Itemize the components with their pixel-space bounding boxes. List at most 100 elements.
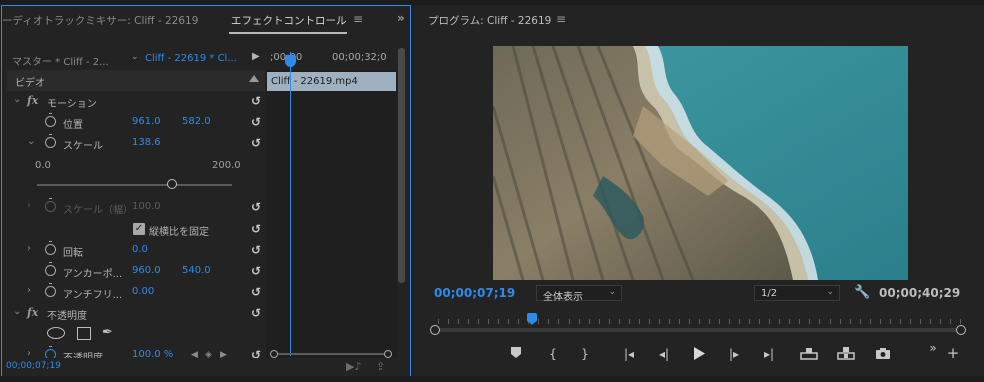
reset-icon[interactable]: ↺ xyxy=(251,94,261,108)
play-icon[interactable] xyxy=(690,347,708,360)
stopwatch-icon[interactable] xyxy=(45,113,56,127)
scroll-track[interactable] xyxy=(278,353,384,355)
vertical-scrollbar[interactable] xyxy=(398,48,405,283)
ruler-tick xyxy=(558,319,559,324)
resolution-select[interactable]: 1/2 ⌄ xyxy=(754,285,840,301)
wrench-icon[interactable]: 🔧 xyxy=(854,285,870,300)
program-current-timecode[interactable]: 00;00;07;19 xyxy=(434,286,515,300)
panel-menu-icon[interactable]: ≡ xyxy=(353,12,363,26)
reset-icon[interactable]: ↺ xyxy=(251,115,261,129)
step-back-icon[interactable]: ◂| xyxy=(655,347,673,361)
position-x-value[interactable]: 961.0 xyxy=(132,116,161,127)
scale-slider-track[interactable] xyxy=(37,184,232,186)
ruler-tick xyxy=(599,319,600,324)
play-only-audio-icon[interactable]: ▶ xyxy=(252,51,260,62)
opacity-effect-row: ⌄ fx 不透明度 ↺ xyxy=(7,303,265,324)
panel-menu-icon[interactable]: ≡ xyxy=(556,12,566,26)
master-clip-label[interactable]: マスター * Cliff - 2... xyxy=(12,53,109,68)
marker-icon[interactable] xyxy=(507,347,525,358)
ec-clip-bar[interactable]: Cliff - 22619.mp4 xyxy=(267,72,396,91)
cliff-aerial-image xyxy=(493,46,908,280)
twirl-down-icon[interactable]: ⌄ xyxy=(13,94,21,105)
ruler-tick xyxy=(689,319,690,324)
scroll-end-handle[interactable] xyxy=(384,350,392,358)
fx-icon[interactable]: fx xyxy=(27,94,38,107)
chevron-down-icon[interactable]: ⌄ xyxy=(131,52,139,62)
zoom-end-handle[interactable] xyxy=(956,325,966,335)
scroll-start-handle[interactable] xyxy=(270,350,278,358)
reset-icon[interactable]: ↺ xyxy=(251,136,261,150)
mark-in-icon[interactable]: { xyxy=(544,347,562,361)
reset-icon[interactable]: ↺ xyxy=(251,264,261,278)
panel-tab-bar: ーディオトラックミキサー: Cliff - 22619 エフェクトコントロール … xyxy=(2,6,410,34)
ruler-tick xyxy=(830,319,831,324)
more-panels-icon[interactable]: » xyxy=(397,11,405,25)
anti-flicker-row: › アンチフリ... 0.00 ↺ xyxy=(7,282,265,303)
position-y-value[interactable]: 582.0 xyxy=(182,116,211,127)
ec-playhead-handle[interactable] xyxy=(285,55,296,67)
scale-slider-handle[interactable] xyxy=(167,179,177,189)
ec-current-time[interactable]: 00;00;07;19 xyxy=(6,361,61,371)
anchor-x-value[interactable]: 960.0 xyxy=(132,265,161,276)
ellipse-mask-icon[interactable] xyxy=(47,327,65,339)
program-time-ruler[interactable] xyxy=(430,313,970,337)
reset-icon[interactable]: ↺ xyxy=(251,306,261,320)
zoom-level-select[interactable]: 全体表示 ⌄ xyxy=(536,285,622,303)
reset-icon[interactable]: ↺ xyxy=(251,285,261,299)
rect-mask-icon[interactable] xyxy=(77,327,91,340)
anti-flicker-label: アンチフリ... xyxy=(63,290,123,301)
ec-zoom-scrollbar[interactable] xyxy=(270,350,392,358)
chevron-down-icon: ⌄ xyxy=(608,287,616,297)
ruler-tick xyxy=(779,319,780,324)
fx-icon[interactable]: fx xyxy=(27,306,38,319)
stopwatch-icon[interactable] xyxy=(45,283,56,297)
rotation-row: › 回転 0.0 ↺ xyxy=(7,240,265,261)
program-monitor-title: プログラム: Cliff - 22619 xyxy=(428,15,552,27)
ruler-tick xyxy=(789,319,790,324)
go-to-in-icon[interactable]: |◂ xyxy=(620,347,638,361)
go-to-out-icon[interactable]: ▸| xyxy=(760,347,778,361)
pen-mask-icon[interactable]: ✒ xyxy=(102,325,113,340)
twirl-right-icon[interactable]: › xyxy=(27,243,31,254)
ruler-tick xyxy=(759,319,760,324)
tab-audio-track-mixer[interactable]: ーディオトラックミキサー: Cliff - 22619 xyxy=(2,13,198,28)
stopwatch-icon[interactable] xyxy=(45,262,56,276)
camera-icon[interactable] xyxy=(874,347,892,359)
stopwatch-icon[interactable] xyxy=(45,241,56,255)
ruler-tick xyxy=(699,319,700,324)
program-video-frame[interactable] xyxy=(493,46,908,280)
twirl-right-icon[interactable]: › xyxy=(27,200,31,211)
zoom-scroll-bar[interactable] xyxy=(438,328,962,332)
zoom-start-handle[interactable] xyxy=(430,325,440,335)
twirl-down-icon[interactable]: ⌄ xyxy=(13,306,21,317)
ruler-tick xyxy=(960,319,961,324)
ruler-tick xyxy=(799,319,800,324)
mark-out-icon[interactable]: } xyxy=(576,347,594,361)
export-icon[interactable]: ⇪ xyxy=(376,360,385,373)
anchor-y-value[interactable]: 540.0 xyxy=(182,265,211,276)
collapse-icon[interactable] xyxy=(249,75,259,82)
step-forward-icon[interactable]: |▸ xyxy=(725,347,743,361)
lift-icon[interactable] xyxy=(800,347,818,360)
tab-effect-controls[interactable]: エフェクトコントロール xyxy=(231,13,347,28)
anti-flicker-value[interactable]: 0.00 xyxy=(132,286,154,297)
scale-row: ⌄ スケール 138.6 ↺ xyxy=(7,133,265,154)
motion-label: モーション xyxy=(47,99,97,110)
add-button-icon[interactable]: + xyxy=(944,344,962,362)
scale-value[interactable]: 138.6 xyxy=(132,137,161,148)
reset-icon[interactable]: ↺ xyxy=(251,222,261,236)
uniform-scale-row: ✓ 縦横比を固定 ↺ xyxy=(7,219,265,240)
reset-icon[interactable]: ↺ xyxy=(251,243,261,257)
stopwatch-icon[interactable] xyxy=(45,134,56,148)
twirl-right-icon[interactable]: › xyxy=(27,285,31,296)
program-playhead[interactable] xyxy=(527,313,537,325)
reset-icon[interactable]: ↺ xyxy=(251,200,261,214)
uniform-scale-checkbox[interactable]: ✓ xyxy=(133,223,145,235)
ruler-tick xyxy=(609,319,610,324)
play-audio-icon[interactable]: ▶♪ xyxy=(346,360,361,373)
twirl-down-icon[interactable]: ⌄ xyxy=(27,136,35,147)
rotation-value[interactable]: 0.0 xyxy=(132,244,148,255)
more-buttons-icon[interactable]: » xyxy=(924,341,942,355)
extract-icon[interactable] xyxy=(837,347,855,360)
sequence-clip-label[interactable]: Cliff - 22619 * Cl... xyxy=(145,53,237,64)
